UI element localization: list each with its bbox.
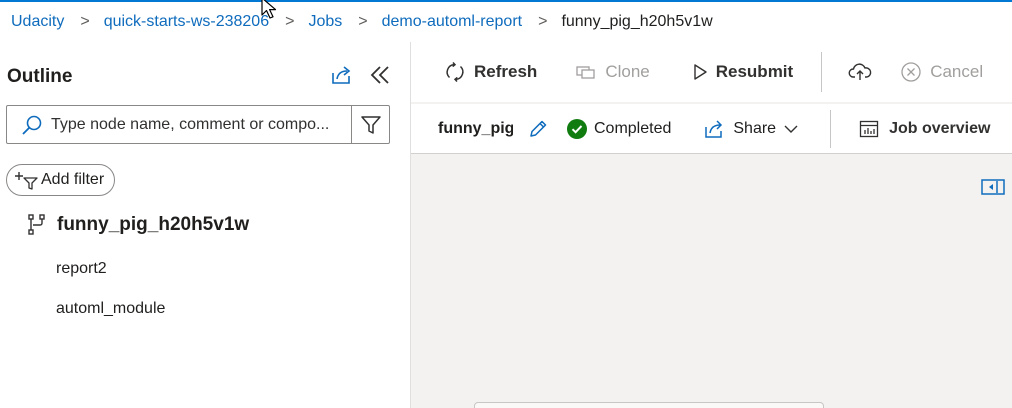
tree-node-report2[interactable]: report2	[56, 260, 107, 278]
job-overview-label: Job overview	[889, 119, 991, 137]
breadcrumb-experiment[interactable]: demo-automl-report	[382, 13, 523, 31]
clone-button[interactable]: Clone	[575, 62, 650, 82]
tree-root-label: funny_pig_h20h5v1w	[57, 214, 250, 235]
funnel-icon	[360, 115, 381, 134]
refresh-icon	[446, 61, 464, 83]
breadcrumb-workspace[interactable]: quick-starts-ws-238206	[104, 13, 269, 31]
cancel-button[interactable]: Cancel	[900, 61, 983, 83]
share-icon	[705, 119, 723, 138]
job-name: funny_pig	[438, 119, 513, 137]
add-filter-button[interactable]: Add filter	[6, 164, 116, 196]
outline-panel: Outline Add filter	[0, 42, 410, 408]
checkmark-circle-icon	[567, 118, 587, 139]
pencil-icon[interactable]	[527, 118, 549, 140]
mouse-cursor-icon	[261, 0, 277, 19]
jobbar-divider	[830, 109, 832, 148]
double-chevron-left-icon[interactable]	[368, 63, 392, 87]
canvas-scrollbar[interactable]	[474, 402, 824, 408]
outline-title: Outline	[7, 66, 73, 87]
dashboard-icon	[859, 120, 879, 137]
job-status: Completed	[567, 118, 672, 139]
popout-icon[interactable]	[330, 64, 352, 86]
outline-search-input[interactable]	[51, 115, 351, 134]
breadcrumb-workspace-root[interactable]: Udacity	[11, 13, 64, 31]
add-filter-label: Add filter	[41, 171, 105, 188]
play-icon	[694, 64, 707, 80]
cancel-label: Cancel	[930, 62, 984, 81]
outline-search-box	[6, 105, 390, 144]
pipeline-icon	[28, 214, 45, 235]
tree-node-automl-module[interactable]: automl_module	[56, 300, 165, 318]
resubmit-label: Resubmit	[715, 62, 794, 81]
refresh-label: Refresh	[474, 62, 538, 81]
breadcrumb-current-job: funny_pig_h20h5v1w	[561, 13, 713, 30]
clone-icon	[576, 66, 595, 79]
search-icon	[22, 115, 42, 135]
cloud-upload-icon[interactable]	[848, 61, 872, 83]
breadcrumb-separator: >	[358, 13, 368, 30]
job-header-bar: funny_pig Completed Share Job overview	[411, 104, 1012, 154]
job-overview-button[interactable]: Job overview	[859, 120, 990, 138]
tree-root-node[interactable]: funny_pig_h20h5v1w	[27, 214, 249, 236]
breadcrumb-jobs[interactable]: Jobs	[308, 13, 342, 31]
job-status-label: Completed	[594, 119, 672, 137]
breadcrumb: Udacity > quick-starts-ws-238206 > Jobs …	[0, 2, 1012, 42]
refresh-button[interactable]: Refresh	[444, 61, 537, 83]
job-toolbar: Refresh Clone Resubmit Cancel	[411, 42, 1012, 102]
outline-filter-button[interactable]	[351, 106, 389, 143]
cancel-icon	[901, 62, 921, 82]
resubmit-button[interactable]: Resubmit	[692, 62, 793, 82]
clone-label: Clone	[605, 62, 650, 81]
add-filter-icon	[15, 172, 38, 190]
breadcrumb-separator: >	[285, 13, 295, 30]
share-button[interactable]: Share	[703, 119, 798, 139]
breadcrumb-separator: >	[538, 13, 548, 30]
chevron-down-icon	[784, 125, 798, 133]
breadcrumb-separator: >	[80, 13, 90, 30]
panel-expand-icon[interactable]	[981, 179, 1005, 195]
share-label: Share	[733, 119, 777, 137]
toolbar-divider	[821, 52, 823, 92]
